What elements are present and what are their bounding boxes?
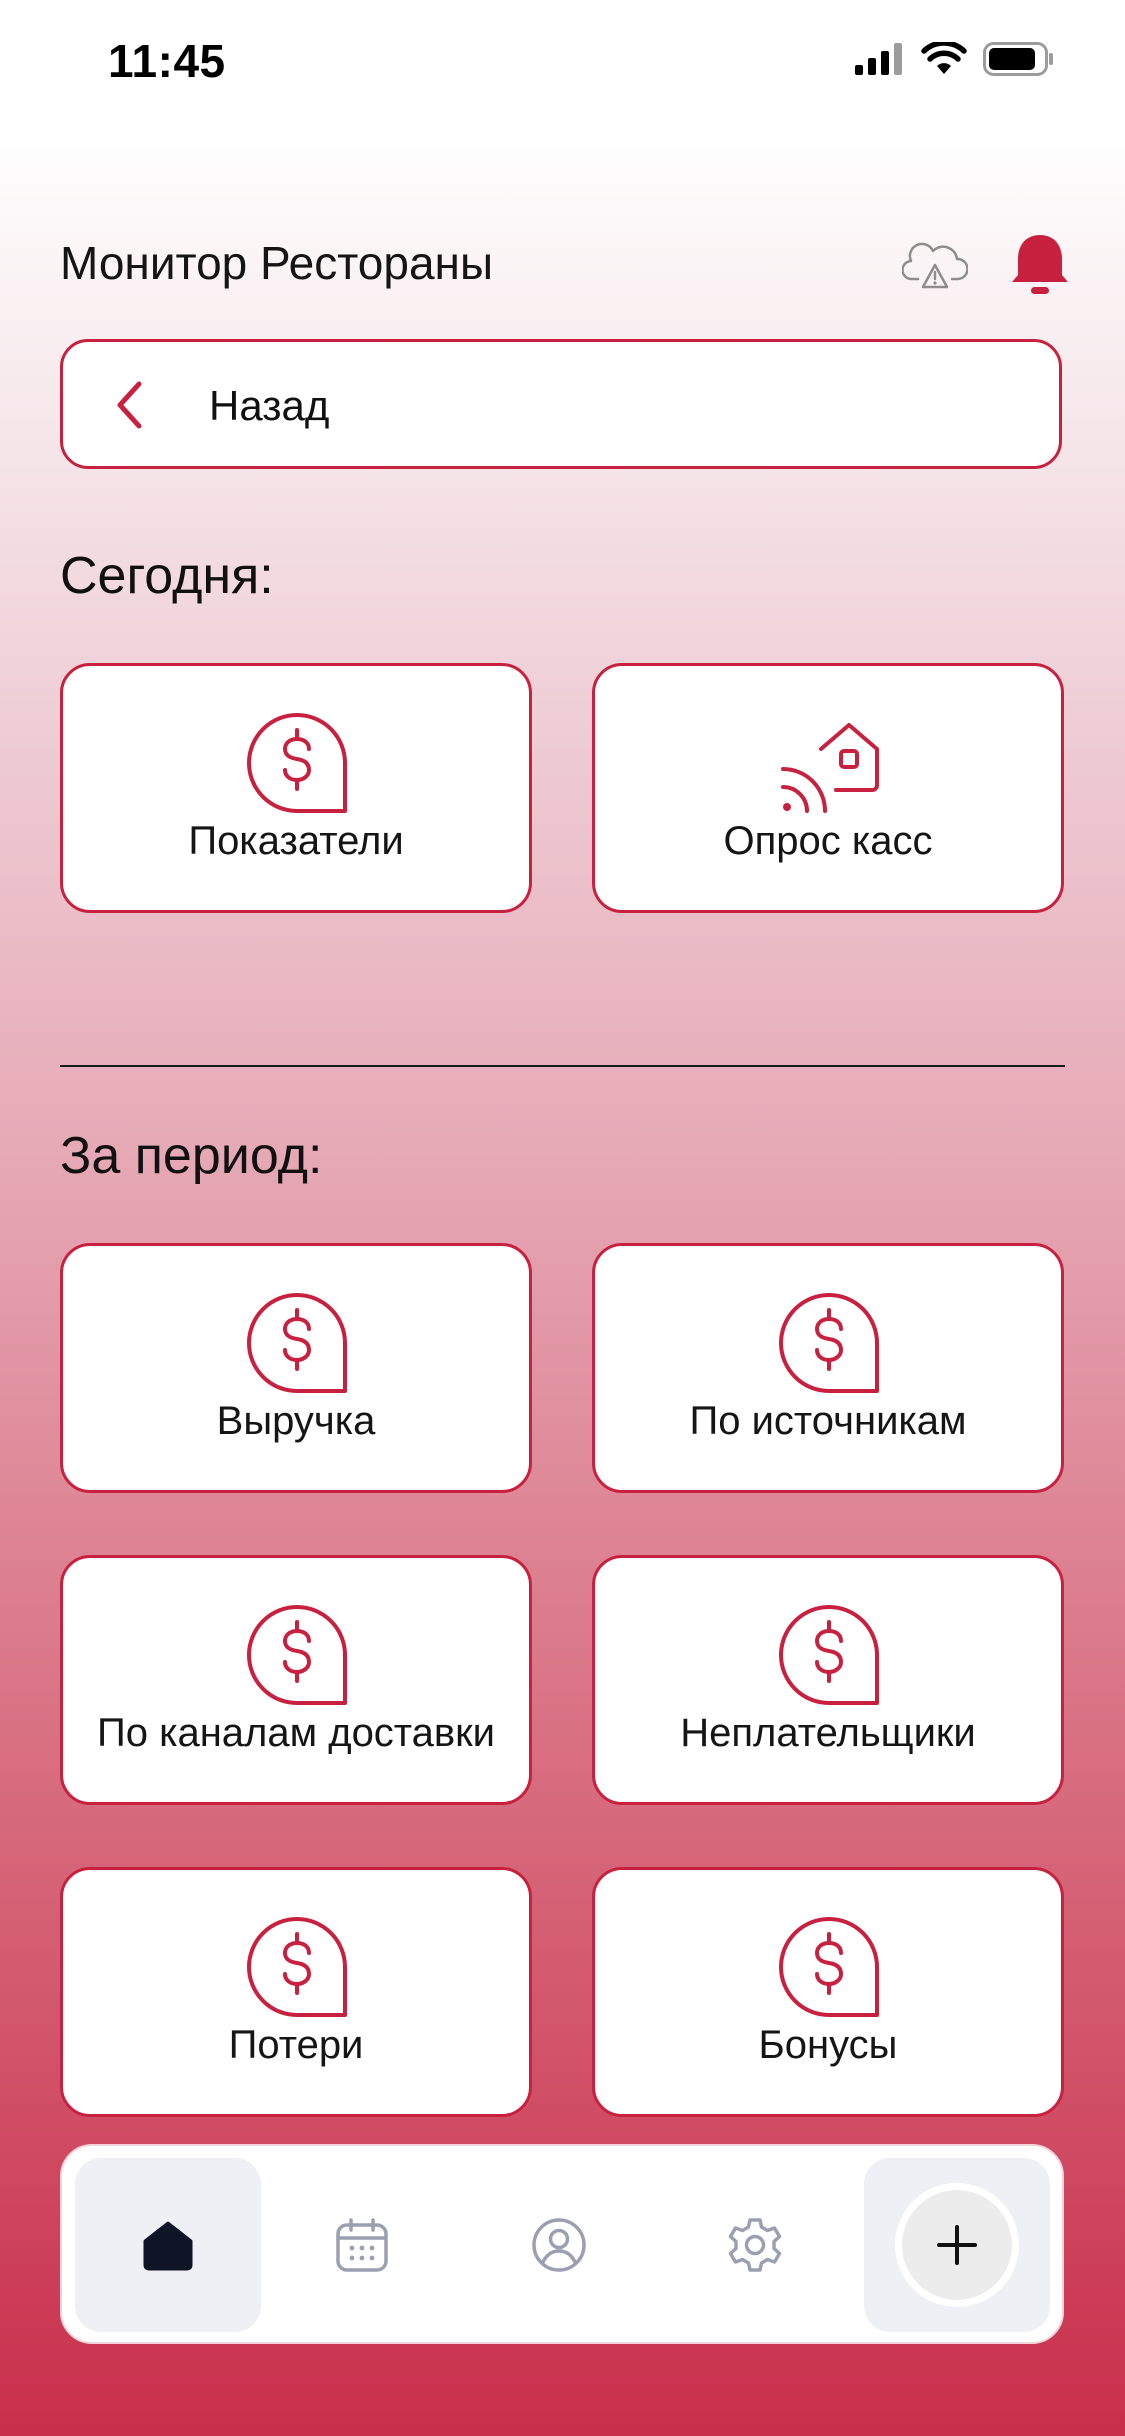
tile-indicators[interactable]: Показатели xyxy=(60,663,532,913)
add-button[interactable] xyxy=(895,2183,1019,2307)
section-title-today: Сегодня: xyxy=(60,547,274,605)
tab-settings[interactable] xyxy=(662,2158,848,2332)
tile-label: Выручка xyxy=(216,1399,376,1443)
home-signal-icon xyxy=(781,723,879,813)
tile-label: Неплательщики xyxy=(680,1711,976,1755)
dollar-bubble-icon xyxy=(247,1293,347,1393)
section-title-period: За период: xyxy=(60,1127,323,1185)
tile-label: По источникам xyxy=(689,1399,967,1443)
header: Монитор Рестораны xyxy=(60,225,1068,305)
app-title: Монитор Рестораны xyxy=(60,237,494,289)
dollar-bubble-icon xyxy=(779,1293,879,1393)
home-icon xyxy=(143,2221,193,2271)
tile-losses[interactable]: Потери xyxy=(60,1867,532,2117)
tile-label: Бонусы xyxy=(758,2023,898,2067)
tile-label: Опрос касс xyxy=(723,819,933,863)
tile-label: Потери xyxy=(228,2023,364,2067)
cloud-status-button[interactable] xyxy=(895,225,975,305)
dollar-bubble-icon xyxy=(247,1605,347,1705)
status-bar: 11:45 xyxy=(0,0,1125,130)
tab-calendar[interactable] xyxy=(269,2158,455,2332)
tile-non-payers[interactable]: Неплательщики xyxy=(592,1555,1064,1805)
bell-icon xyxy=(1012,235,1068,294)
tab-profile[interactable] xyxy=(466,2158,652,2332)
back-button[interactable]: Назад xyxy=(60,339,1062,469)
dollar-bubble-icon xyxy=(779,1917,879,2017)
tile-label: По каналам доставки xyxy=(96,1711,496,1755)
tile-by-source[interactable]: По источникам xyxy=(592,1243,1064,1493)
tile-cash-register-poll[interactable]: Опрос касс xyxy=(592,663,1064,913)
divider xyxy=(60,1065,1065,1067)
status-time: 11:45 xyxy=(108,35,226,87)
tab-home[interactable] xyxy=(75,2158,261,2332)
tile-by-delivery-channel[interactable]: По каналам доставки xyxy=(60,1555,532,1805)
tab-bar xyxy=(60,2144,1064,2344)
back-button-label: Назад xyxy=(209,382,330,429)
profile-icon xyxy=(532,2218,586,2272)
tile-revenue[interactable]: Выручка xyxy=(60,1243,532,1493)
chevron-left-icon xyxy=(117,381,142,429)
cellular-signal-icon xyxy=(855,43,902,75)
settings-icon xyxy=(728,2218,782,2272)
tile-label: Показатели xyxy=(188,819,404,863)
tile-bonuses[interactable]: Бонусы xyxy=(592,1867,1064,2117)
cloud-warning-icon xyxy=(902,242,968,289)
wifi-icon xyxy=(921,42,967,74)
notifications-button[interactable] xyxy=(1000,225,1080,305)
dollar-bubble-icon xyxy=(247,713,347,813)
battery-icon xyxy=(983,42,1053,76)
calendar-icon xyxy=(336,2218,388,2272)
tab-add[interactable] xyxy=(864,2158,1050,2332)
status-icons xyxy=(855,42,1055,76)
dollar-bubble-icon xyxy=(247,1917,347,2017)
dollar-bubble-icon xyxy=(779,1605,879,1705)
plus-icon xyxy=(937,2225,977,2265)
